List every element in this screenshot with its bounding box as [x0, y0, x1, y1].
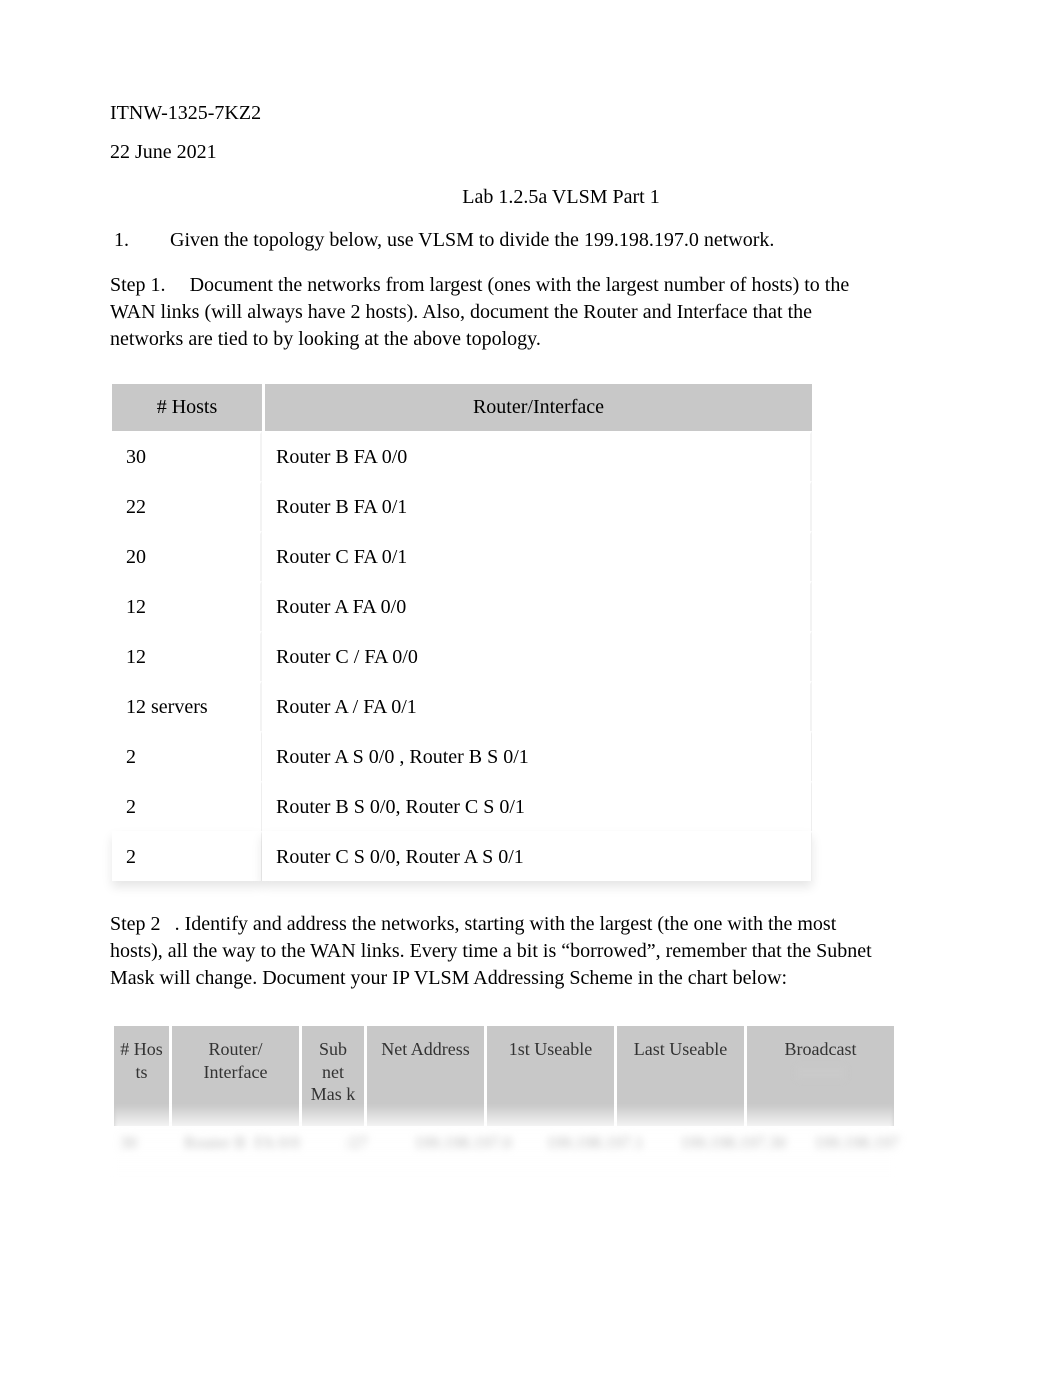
- cell: .: [484, 1126, 614, 1184]
- table-row: 30 Router B FA 0/0: [112, 431, 812, 481]
- table-row: 12 Router A FA 0/0: [112, 581, 812, 631]
- cell: .: [299, 1126, 364, 1184]
- cell-ri: Router A / FA 0/1: [262, 681, 812, 731]
- table-row: 22 Router B FA 0/1: [112, 481, 812, 531]
- table-row: 12 servers Router A / FA 0/1: [112, 681, 812, 731]
- table-row: 2 Router C S 0/0, Router A S 0/1: [112, 831, 812, 881]
- cell-hosts: 22: [112, 481, 262, 531]
- th2-hosts: # Hos ts: [114, 1026, 169, 1126]
- cell: .: [744, 1126, 894, 1184]
- course-code: ITNW-1325-7KZ2: [110, 100, 932, 127]
- step1-text: Document the networks from largest (ones…: [110, 274, 849, 350]
- th2-last: Last Useable: [614, 1026, 744, 1126]
- redacted-label: [796, 1066, 846, 1080]
- cell-ri: Router A S 0/0 , Router B S 0/1: [262, 731, 812, 781]
- cell-ri: Router C FA 0/1: [262, 531, 812, 581]
- cell-hosts: 2: [112, 831, 262, 881]
- th2-bcast: Broadcast: [744, 1026, 894, 1126]
- th2-first: 1st Useable: [484, 1026, 614, 1126]
- th2-ri: Router/ Interface: [169, 1026, 299, 1126]
- step2-text: . Identify and address the networks, sta…: [110, 913, 872, 989]
- cell-hosts: 12: [112, 581, 262, 631]
- cell-hosts: 12 servers: [112, 681, 262, 731]
- hosts-table: # Hosts Router/Interface 30 Router B FA …: [112, 381, 812, 881]
- table-row: 12 Router C / FA 0/0: [112, 631, 812, 681]
- cell-hosts: 12: [112, 631, 262, 681]
- table-row: . . . . . . .: [114, 1126, 894, 1184]
- page-title: Lab 1.2.5a VLSM Part 1: [110, 184, 932, 211]
- step1-label: Step 1.: [110, 274, 166, 296]
- question-1: 1.Given the topology below, use VLSM to …: [110, 227, 932, 254]
- th2-net: Net Address: [364, 1026, 484, 1126]
- cell-ri: Router C / FA 0/0: [262, 631, 812, 681]
- table-row: 2 Router B S 0/0, Router C S 0/1: [112, 781, 812, 831]
- th-router-interface: Router/Interface: [262, 381, 812, 431]
- step2-label: Step 2: [110, 913, 161, 935]
- addressing-table: # Hos ts Router/ Interface Sub net Mas k…: [114, 1026, 894, 1184]
- cell-ri: Router B S 0/0, Router C S 0/1: [262, 781, 812, 831]
- addressing-table-wrap: # Hos ts Router/ Interface Sub net Mas k…: [114, 1026, 894, 1184]
- cell-ri: Router B FA 0/0: [262, 431, 812, 481]
- th-hosts: # Hosts: [112, 381, 262, 431]
- cell-ri: Router B FA 0/1: [262, 481, 812, 531]
- table-row: 2 Router A S 0/0 , Router B S 0/1: [112, 731, 812, 781]
- cell-hosts: 2: [112, 781, 262, 831]
- cell: .: [169, 1126, 299, 1184]
- q1-text: Given the topology below, use VLSM to di…: [170, 229, 774, 251]
- cell: .: [114, 1126, 169, 1184]
- cell-hosts: 2: [112, 731, 262, 781]
- cell: .: [614, 1126, 744, 1184]
- table-row: 20 Router C FA 0/1: [112, 531, 812, 581]
- cell-hosts: 30: [112, 431, 262, 481]
- th2-mask: Sub net Mas k: [299, 1026, 364, 1126]
- cell-hosts: 20: [112, 531, 262, 581]
- cell: .: [364, 1126, 484, 1184]
- step-2: Step 2. Identify and address the network…: [110, 911, 932, 992]
- q1-number: 1.: [142, 227, 170, 254]
- cell-ri: Router C S 0/0, Router A S 0/1: [262, 831, 812, 881]
- step-1: Step 1.Document the networks from larges…: [110, 272, 932, 353]
- document-date: 22 June 2021: [110, 139, 932, 166]
- cell-ri: Router A FA 0/0: [262, 581, 812, 631]
